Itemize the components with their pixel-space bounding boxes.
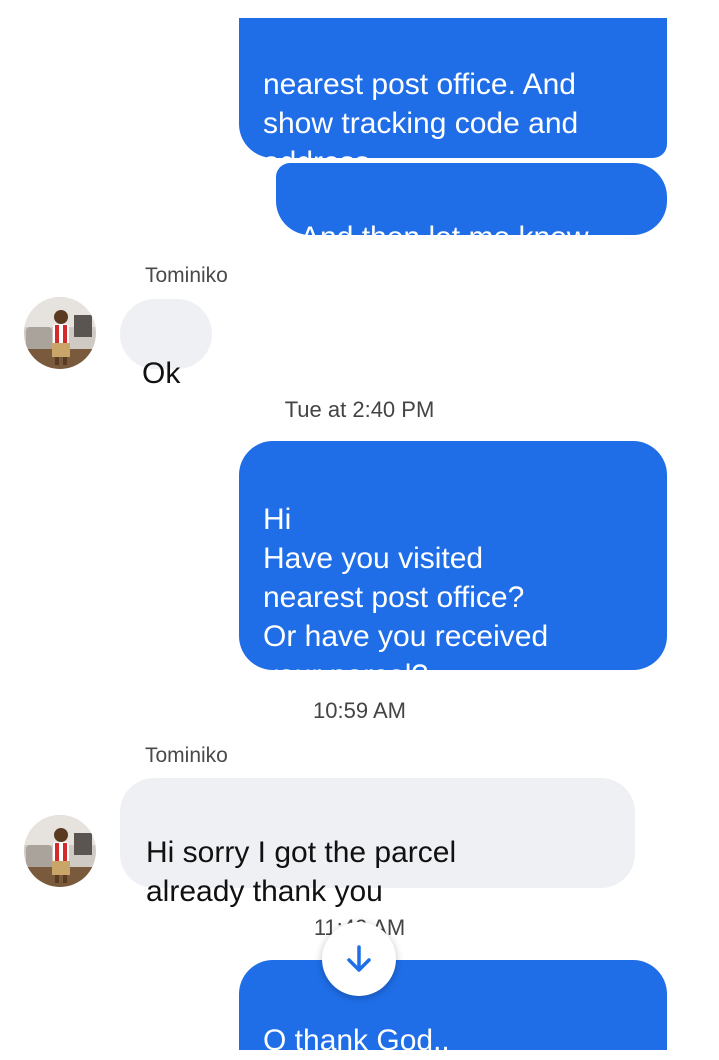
contact-avatar[interactable] — [24, 815, 96, 887]
message-text: Hi Have you visited nearest post office?… — [263, 503, 549, 692]
outgoing-message[interactable]: O thank God.. — [239, 960, 667, 1057]
outgoing-message[interactable]: Hi Have you visited nearest post office?… — [239, 441, 667, 692]
incoming-message[interactable]: Ok — [120, 299, 212, 390]
incoming-message[interactable]: Hi sorry I got the parcel already thank … — [120, 778, 635, 908]
sender-name: Tominiko — [145, 744, 228, 767]
timestamp: Tue at 2:40 PM — [284, 397, 435, 422]
outgoing-message[interactable]: And then let me know — [276, 163, 667, 254]
message-text: And then let me know — [300, 221, 589, 254]
contact-avatar[interactable] — [24, 297, 96, 369]
timestamp: 10:59 AM — [313, 698, 406, 723]
outgoing-message[interactable]: nearest post office. And show tracking c… — [239, 18, 667, 179]
message-text: Hi sorry I got the parcel already thank … — [146, 836, 457, 908]
arrow-down-icon — [347, 945, 371, 972]
sender-name: Tominiko — [145, 264, 228, 287]
scroll-to-bottom-button[interactable] — [322, 922, 396, 996]
message-text: O thank God.. — [263, 1024, 450, 1057]
message-text: Ok — [142, 357, 181, 390]
